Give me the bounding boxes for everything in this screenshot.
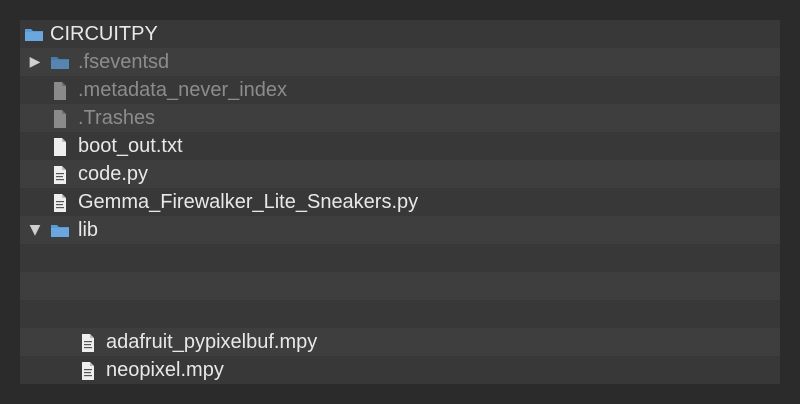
tree-item-label: boot_out.txt bbox=[78, 135, 183, 157]
tree-row-circuitpy[interactable]: CIRCUITPY bbox=[20, 20, 780, 48]
folder-icon bbox=[24, 26, 44, 42]
tree-root-label: CIRCUITPY bbox=[50, 23, 158, 45]
tree-item-label: adafruit_pypixelbuf.mpy bbox=[106, 331, 318, 353]
tree-item-label: Gemma_Firewalker_Lite_Sneakers.py bbox=[78, 191, 419, 213]
file-icon bbox=[52, 82, 72, 100]
tree-item-label: .metadata_never_index bbox=[78, 79, 288, 101]
tree-row-lib[interactable]: ▼ lib bbox=[20, 216, 780, 244]
tree-item-label: code.py bbox=[78, 163, 149, 185]
disclosure-triangle-expanded-icon[interactable]: ▼ bbox=[28, 216, 42, 244]
tree-row-empty bbox=[20, 244, 780, 272]
script-file-icon bbox=[80, 334, 100, 352]
tree-row-code-py[interactable]: code.py bbox=[20, 160, 780, 188]
disclosure-triangle-collapsed-icon[interactable]: ▶ bbox=[28, 48, 42, 76]
script-file-icon bbox=[80, 362, 100, 380]
tree-row-boot-out-txt[interactable]: boot_out.txt bbox=[20, 132, 780, 160]
tree-item-label: .fseventsd bbox=[78, 51, 170, 73]
script-file-icon bbox=[52, 166, 72, 184]
tree-row-fseventsd[interactable]: ▶ .fseventsd bbox=[20, 48, 780, 76]
text-file-icon bbox=[52, 138, 72, 156]
tree-item-label: .Trashes bbox=[78, 107, 156, 129]
file-icon bbox=[52, 110, 72, 128]
file-browser-panel: CIRCUITPY ▶ .fseventsd .metadata_never_i… bbox=[20, 20, 780, 384]
tree-row-metadata-never-index[interactable]: .metadata_never_index bbox=[20, 76, 780, 104]
folder-icon bbox=[50, 54, 70, 70]
script-file-icon bbox=[52, 194, 72, 212]
tree-row-neopixel[interactable]: neopixel.mpy bbox=[20, 356, 780, 384]
tree-row-empty bbox=[20, 272, 780, 300]
tree-item-label: neopixel.mpy bbox=[106, 359, 224, 381]
tree-row-trashes[interactable]: .Trashes bbox=[20, 104, 780, 132]
tree-row-empty bbox=[20, 300, 780, 328]
tree-row-gemma-firewalker[interactable]: Gemma_Firewalker_Lite_Sneakers.py bbox=[20, 188, 780, 216]
folder-icon bbox=[50, 222, 70, 238]
tree-item-label: lib bbox=[78, 219, 99, 241]
tree-row-adafruit-pypixelbuf[interactable]: adafruit_pypixelbuf.mpy bbox=[20, 328, 780, 356]
